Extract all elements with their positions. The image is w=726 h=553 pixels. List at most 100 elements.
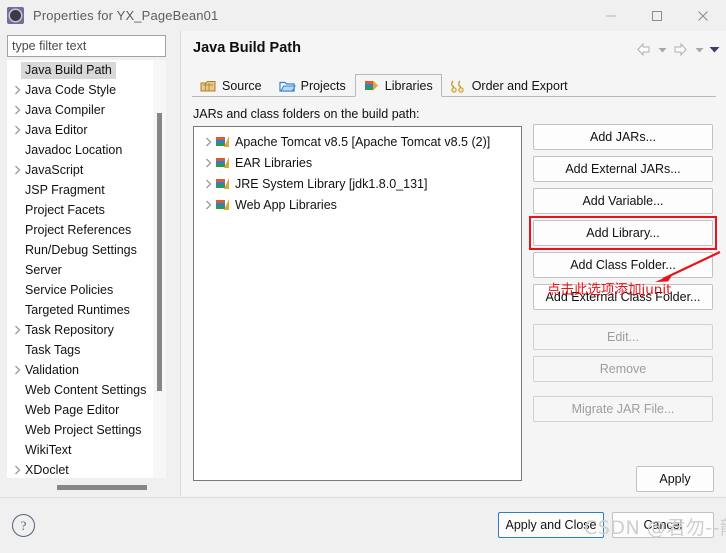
window-controls	[588, 0, 726, 31]
button-migrate-jar-file: Migrate JAR File...	[533, 396, 713, 422]
button-edit: Edit...	[533, 324, 713, 350]
sidebar-item-java-editor[interactable]: Java Editor	[7, 120, 153, 140]
sidebar-item-label: XDoclet	[25, 463, 69, 477]
view-menu-chevron-down-icon[interactable]	[707, 39, 721, 60]
tree-vertical-scroll-thumb[interactable]	[157, 113, 162, 391]
sidebar-item-targeted-runtimes[interactable]: Targeted Runtimes	[7, 300, 153, 320]
sidebar-item-javascript[interactable]: JavaScript	[7, 160, 153, 180]
sidebar-item-java-code-style[interactable]: Java Code Style	[7, 80, 153, 100]
tab-projects[interactable]: Projects	[271, 74, 355, 97]
sidebar-item-jsp-fragment[interactable]: JSP Fragment	[7, 180, 153, 200]
sidebar-item-service-policies[interactable]: Service Policies	[7, 280, 153, 300]
libraries-list[interactable]: Apache Tomcat v8.5 [Apache Tomcat v8.5 (…	[193, 126, 522, 481]
sidebar-item-label: Validation	[25, 363, 79, 377]
sidebar-item-label: Project Facets	[25, 203, 105, 217]
button-add-jars[interactable]: Add JARs...	[533, 124, 713, 150]
sidebar-item-java-build-path[interactable]: Java Build Path	[7, 60, 153, 80]
maximize-icon[interactable]	[634, 0, 680, 31]
sidebar-item-web-content-settings[interactable]: Web Content Settings	[7, 380, 153, 400]
chevron-right-icon[interactable]	[11, 85, 24, 95]
projects-folder-icon	[279, 79, 296, 94]
sidebar-item-wikitext[interactable]: WikiText	[7, 440, 153, 460]
libraries-books-icon	[215, 156, 231, 170]
help-icon[interactable]: ?	[12, 514, 35, 537]
back-arrow-icon[interactable]	[633, 39, 654, 60]
filter-field-wrapper	[7, 35, 166, 57]
chevron-right-icon[interactable]	[11, 365, 24, 375]
sidebar-item-javadoc-location[interactable]: Javadoc Location	[7, 140, 153, 160]
search-input[interactable]	[7, 35, 166, 57]
sidebar-item-java-compiler[interactable]: Java Compiler	[7, 100, 153, 120]
forward-arrow-icon[interactable]	[670, 39, 691, 60]
button-remove: Remove	[533, 356, 713, 382]
tab-libraries[interactable]: Libraries	[354, 74, 442, 97]
sidebar-item-web-page-editor[interactable]: Web Page Editor	[7, 400, 153, 420]
button-add-external-jars[interactable]: Add External JARs...	[533, 156, 713, 182]
library-list-item[interactable]: EAR Libraries	[194, 152, 521, 173]
apply-and-close-button[interactable]: Apply and Close	[498, 512, 604, 538]
sidebar-item-label: Java Build Path	[21, 61, 116, 79]
highlighted-button-wrapper: Add Library...	[529, 216, 717, 250]
sidebar-item-web-project-settings[interactable]: Web Project Settings	[7, 420, 153, 440]
properties-dialog: Properties for YX_PageBean01 Java Build …	[0, 0, 726, 553]
chevron-right-icon[interactable]	[11, 465, 24, 475]
sidebar-item-project-references[interactable]: Project References	[7, 220, 153, 240]
library-label: Apache Tomcat v8.5 [Apache Tomcat v8.5 (…	[235, 134, 491, 149]
title-bar: Properties for YX_PageBean01	[0, 0, 726, 31]
sidebar-item-label: Server	[25, 263, 62, 277]
cancel-button[interactable]: Cancel	[612, 512, 714, 538]
sidebar-item-label: Java Editor	[25, 123, 88, 137]
libraries-books-icon	[363, 78, 380, 93]
chevron-right-icon[interactable]	[201, 179, 215, 189]
library-list-item[interactable]: JRE System Library [jdk1.8.0_131]	[194, 173, 521, 194]
library-label: EAR Libraries	[235, 155, 313, 170]
library-list-item[interactable]: Apache Tomcat v8.5 [Apache Tomcat v8.5 (…	[194, 131, 521, 152]
close-icon[interactable]	[680, 0, 726, 31]
libraries-books-icon	[215, 177, 231, 191]
sidebar-item-label: Web Project Settings	[25, 423, 142, 437]
eclipse-properties-icon	[7, 7, 24, 24]
sidebar-item-xdoclet[interactable]: XDoclet	[7, 460, 153, 478]
back-history-chevron-down-icon[interactable]	[655, 39, 669, 60]
sidebar-item-run-debug-settings[interactable]: Run/Debug Settings	[7, 240, 153, 260]
main-content: Java Build Path Source Projects Librarie…	[180, 31, 726, 496]
navigation-buttons	[633, 39, 721, 60]
library-label: JRE System Library [jdk1.8.0_131]	[235, 176, 428, 191]
button-add-library[interactable]: Add Library...	[533, 220, 713, 246]
settings-tree-list: Java Build Path Java Code Style Java Compi…	[7, 60, 153, 478]
chevron-right-icon[interactable]	[11, 325, 24, 335]
tab-label: Source	[222, 79, 262, 93]
sidebar-item-validation[interactable]: Validation	[7, 360, 153, 380]
chevron-right-icon[interactable]	[201, 137, 215, 147]
button-add-variable[interactable]: Add Variable...	[533, 188, 713, 214]
tab-order-and-export[interactable]: Order and Export	[442, 74, 577, 97]
tree-vertical-scrollbar[interactable]	[153, 60, 166, 478]
forward-history-chevron-down-icon[interactable]	[692, 39, 706, 60]
tab-source[interactable]: Source	[192, 74, 271, 97]
chevron-right-icon[interactable]	[201, 158, 215, 168]
sidebar-item-label: Java Code Style	[25, 83, 117, 97]
tab-label: Order and Export	[471, 79, 568, 93]
minimize-icon[interactable]	[588, 0, 634, 31]
chevron-right-icon[interactable]	[201, 200, 215, 210]
sidebar-item-server[interactable]: Server	[7, 260, 153, 280]
page-title: Java Build Path	[193, 40, 301, 56]
sidebar-item-label: Run/Debug Settings	[25, 243, 137, 257]
sidebar-item-label: Task Tags	[25, 343, 81, 357]
sidebar-item-project-facets[interactable]: Project Facets	[7, 200, 153, 220]
library-list-item[interactable]: Web App Libraries	[194, 194, 521, 215]
chevron-right-icon[interactable]	[11, 105, 24, 115]
tree-horizontal-scroll-thumb[interactable]	[57, 485, 147, 490]
settings-tree: Java Build Path Java Code Style Java Compi…	[7, 60, 166, 478]
chevron-right-icon[interactable]	[11, 125, 24, 135]
library-label: Web App Libraries	[235, 197, 337, 212]
sidebar-item-task-repository[interactable]: Task Repository	[7, 320, 153, 340]
apply-button[interactable]: Apply	[636, 466, 714, 492]
chevron-right-icon[interactable]	[11, 165, 24, 175]
libraries-books-icon	[215, 198, 231, 212]
dialog-footer: ? Apply and Close Cancel	[0, 497, 726, 553]
tree-horizontal-scrollbar[interactable]	[7, 480, 166, 496]
sidebar-item-task-tags[interactable]: Task Tags	[7, 340, 153, 360]
sidebar-item-label: Service Policies	[25, 283, 114, 297]
sidebar-item-label: Web Content Settings	[25, 383, 147, 397]
